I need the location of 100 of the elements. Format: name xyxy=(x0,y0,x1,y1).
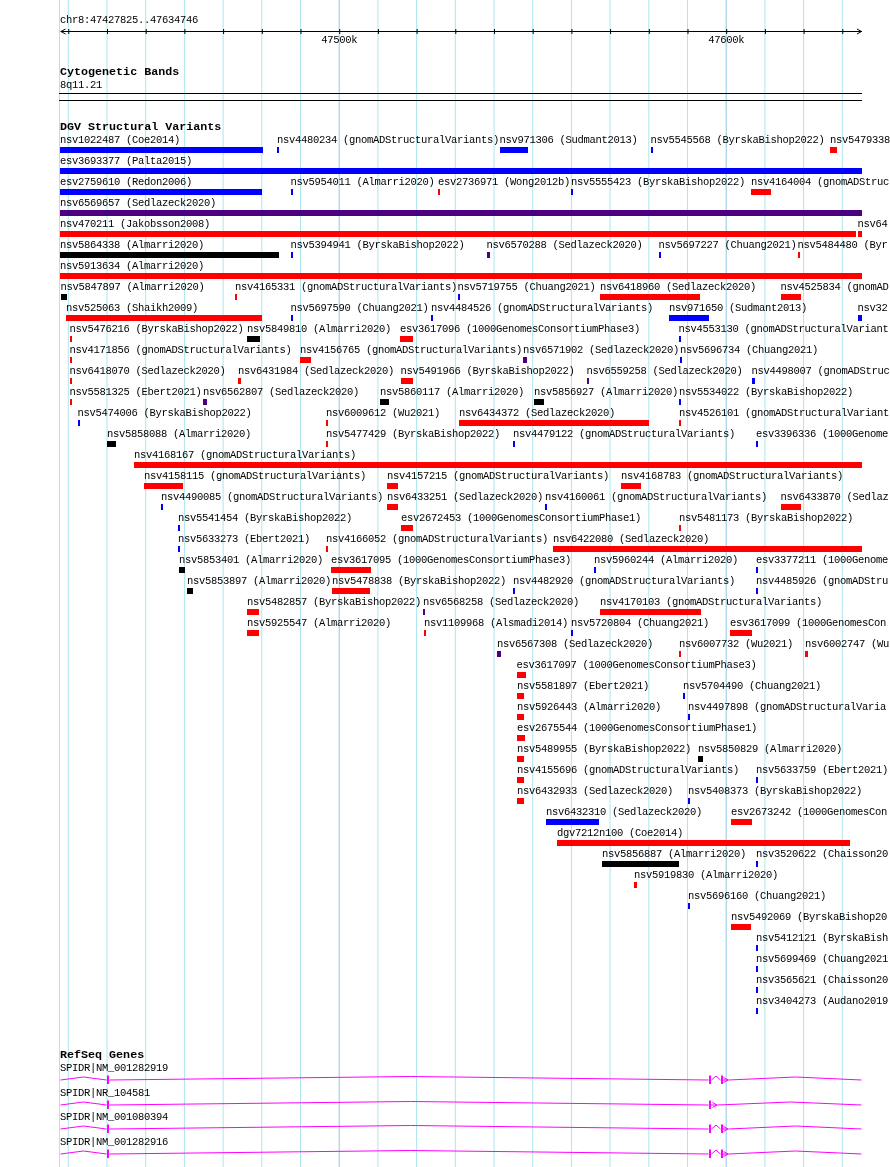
variant-label: nsv4166052 (gnomADStructuralVariants) xyxy=(326,533,549,545)
variant-label: nsv4155696 (gnomADStructuralVariants) xyxy=(517,764,740,776)
variant-label: nsv5954011 (Almarri2020) xyxy=(290,176,435,188)
variant-label: nsv5719755 (Chuang2021) xyxy=(457,281,596,293)
variant-label: nsv5847897 (Almarri2020) xyxy=(60,281,205,293)
variant-label: nsv5394941 (ByrskaBishop2022) xyxy=(290,239,465,251)
variant-label: nsv6434372 (Sedlazeck2020) xyxy=(459,407,616,419)
track-title: RefSeq Genes xyxy=(60,1049,145,1062)
variant-label: nsv6418960 (Sedlazeck2020) xyxy=(600,281,757,293)
variant-label: nsv3565621 (Chaisson20 xyxy=(756,974,889,986)
variant-label: nsv6432933 (Sedlazeck2020) xyxy=(517,785,674,797)
variant-label: nsv5850829 (Almarri2020) xyxy=(698,743,843,755)
variant-label: nsv5541454 (ByrskaBishop2022) xyxy=(178,512,353,524)
variant-label: nsv5581325 (Ebert2021) xyxy=(69,386,202,398)
variant-label: nsv6007732 (Wu2021) xyxy=(679,638,794,650)
variant-label: nsv4485926 (gnomADStru xyxy=(756,575,889,587)
variant-label: nsv5491966 (ByrskaBishop2022) xyxy=(400,365,575,377)
variant-label: nsv5492069 (ByrskaBishop20 xyxy=(731,911,888,923)
variant-label: nsv5476216 (ByrskaBishop2022) xyxy=(69,323,244,335)
variant-label: nsv4171856 (gnomADStructuralVariants) xyxy=(69,344,292,356)
variant-label: nsv3520622 (Chaisson20 xyxy=(756,848,889,860)
variant-label: nsv5581897 (Ebert2021) xyxy=(517,680,650,692)
ruler-tick-label: 47600k xyxy=(708,34,745,46)
variant-label: esv2672453 (1000GenomesConsortiumPhase1) xyxy=(401,512,642,524)
variant-label: nsv4164004 (gnomADStruc xyxy=(751,176,890,188)
variant-label: nsv6432310 (Sedlazeck2020) xyxy=(546,806,703,818)
track-title: DGV Structural Variants xyxy=(60,121,222,134)
variant-label: nsv5481173 (ByrskaBishop2022) xyxy=(679,512,854,524)
variant-label: nsv971650 (Sudmant2013) xyxy=(669,302,808,314)
variant-label: nsv6433251 (Sedlazeck2020) xyxy=(387,491,544,503)
variant-label: nsv5699469 (Chuang2021 xyxy=(756,953,889,965)
variant-label: nsv5489955 (ByrskaBishop2022) xyxy=(517,743,692,755)
variant-label: nsv1022487 (Coe2014) xyxy=(60,134,181,146)
cytoband-label: 8q11.21 xyxy=(60,79,102,91)
variant-label: nsv6422080 (Sedlazeck2020) xyxy=(553,533,710,545)
variant-label: nsv5853401 (Almarri2020) xyxy=(179,554,324,566)
variant-label: nsv4484526 (gnomADStructuralVariants) xyxy=(431,302,654,314)
variant-label: nsv6002747 (Wu xyxy=(805,638,889,650)
variant-label: nsv6418070 (Sedlazeck2020) xyxy=(69,365,226,377)
variant-label: nsv4157215 (gnomADStructuralVariants) xyxy=(387,470,610,482)
variant-label: esv3617099 (1000GenomesCon xyxy=(730,617,887,629)
variant-label: nsv5720804 (Chuang2021) xyxy=(571,617,710,629)
variant-label: nsv5926443 (Almarri2020) xyxy=(517,701,662,713)
variant-label: nsv6571902 (Sedlazeck2020) xyxy=(523,344,680,356)
variant-label: nsv4525834 (gnomAD xyxy=(780,281,889,293)
variant-label: nsv5412121 (ByrskaBish xyxy=(756,932,889,944)
variant-label: nsv971306 (Sudmant2013) xyxy=(499,134,638,146)
variant-label: esv2736971 (Wong2012b) xyxy=(438,176,571,188)
variant-label: nsv5555423 (ByrskaBishop2022) xyxy=(571,176,746,188)
gene-label: SPIDR|NM_001080394 xyxy=(60,1111,169,1124)
variant-label: esv3617097 (1000GenomesConsortiumPhase3) xyxy=(516,659,757,671)
variant-label: nsv5860117 (Almarri2020) xyxy=(380,386,525,398)
variant-label: nsv6567308 (Sedlazeck2020) xyxy=(497,638,654,650)
variant-label: nsv5474006 (ByrskaBishop2022) xyxy=(77,407,252,419)
variant-label: nsv5477429 (ByrskaBishop2022) xyxy=(326,428,501,440)
gene-label: SPIDR|NM_001282919 xyxy=(60,1062,169,1074)
variant-label: nsv5534022 (ByrskaBishop2022) xyxy=(679,386,854,398)
variant-label: nsv5856887 (Almarri2020) xyxy=(602,848,747,860)
variant-label: nsv5856927 (Almarri2020) xyxy=(534,386,679,398)
variant-label: nsv6569657 (Sedlazeck2020) xyxy=(60,197,217,209)
variant-label: nsv5960244 (Almarri2020) xyxy=(594,554,739,566)
gene-label: SPIDR|NM_001282916 xyxy=(60,1135,169,1148)
variant-label: nsv470211 (Jakobsson2008) xyxy=(60,218,211,230)
variant-label: nsv4156765 (gnomADStructuralVariants) xyxy=(300,344,523,356)
variant-label: esv2675544 (1000GenomesConsortiumPhase1) xyxy=(517,722,758,734)
variant-label: nsv5545568 (ByrskaBishop2022) xyxy=(650,134,825,146)
variant-label: nsv5704490 (Chuang2021) xyxy=(683,680,822,692)
variant-label: nsv4553130 (gnomADStructuralVariant xyxy=(678,323,889,335)
variant-label: nsv5482857 (ByrskaBishop2022) xyxy=(247,596,422,608)
variant-label: nsv4498007 (gnomADStruc xyxy=(751,365,890,377)
variant-label: nsv4490085 (gnomADStructuralVariants) xyxy=(161,491,384,503)
variant-label: nsv5633759 (Ebert2021) xyxy=(756,764,889,776)
variant-label: nsv6559258 (Sedlazeck2020) xyxy=(586,365,743,377)
variant-label: nsv5858088 (Almarri2020) xyxy=(107,428,252,440)
variant-label: nsv64 xyxy=(857,218,888,230)
variant-label: nsv4165331 (gnomADStructuralVariants) xyxy=(235,281,458,293)
variant-label: dgv7212n100 (Coe2014) xyxy=(557,827,684,839)
variant-label: nsv5925547 (Almarri2020) xyxy=(247,617,392,629)
variant-label: nsv4160061 (gnomADStructuralVariants) xyxy=(545,491,768,503)
variant-label: nsv5913634 (Almarri2020) xyxy=(60,260,205,272)
variant-label: nsv5697590 (Chuang2021) xyxy=(290,302,429,314)
variant-label: esv2759610 (Redon2006) xyxy=(60,176,193,188)
variant-label: nsv6570288 (Sedlazeck2020) xyxy=(486,239,643,251)
variant-label: nsv4479122 (gnomADStructuralVariants) xyxy=(513,428,736,440)
variant-label: nsv4526101 (gnomADStructuralVariant xyxy=(679,407,890,419)
variant-label: nsv5697227 (Chuang2021) xyxy=(658,239,797,251)
variant-label: nsv5478838 (ByrskaBishop2022) xyxy=(332,575,507,587)
variant-label: esv3617095 (1000GenomesConsortiumPhase3) xyxy=(331,554,572,566)
ruler-tick-label: 47500k xyxy=(321,34,358,46)
variant-label: nsv4170103 (gnomADStructuralVariants) xyxy=(600,596,823,608)
variant-label: nsv6431984 (Sedlazeck2020) xyxy=(238,365,395,377)
variant-label: esv3396336 (1000Genome xyxy=(756,428,889,440)
variant-label: nsv32 xyxy=(857,302,888,314)
gene-label: SPIDR|NR_104581 xyxy=(60,1086,150,1099)
variant-label: nsv4497898 (gnomADStructuralVaria xyxy=(688,701,887,713)
variant-label: nsv5408373 (ByrskaBishop2022) xyxy=(688,785,863,797)
variant-label: nsv6562807 (Sedlazeck2020) xyxy=(203,386,360,398)
variant-label: nsv4168783 (gnomADStructuralVariants) xyxy=(621,470,844,482)
variant-label: nsv5633273 (Ebert2021) xyxy=(178,533,311,545)
track-title: Cytogenetic Bands xyxy=(60,66,180,79)
